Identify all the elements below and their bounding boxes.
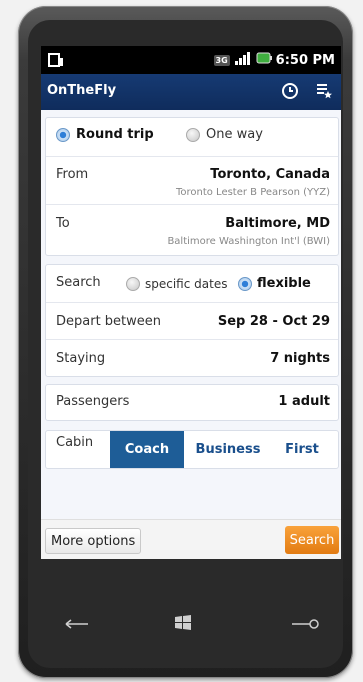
- passengers-card[interactable]: Passengers 1 adult: [45, 384, 339, 421]
- signal-icon: [234, 51, 252, 69]
- status-time: 6:50 PM: [275, 52, 335, 68]
- action-bar: More options Search: [41, 519, 341, 559]
- trip-card: Round trip One way From Toronto, Canada …: [45, 117, 339, 256]
- windows-key-icon[interactable]: [174, 614, 192, 636]
- search-button[interactable]: Search: [285, 526, 339, 554]
- one-way-label: One way: [206, 127, 263, 142]
- flexible-radio[interactable]: [238, 276, 252, 291]
- cabin-coach-button[interactable]: Coach: [110, 431, 184, 468]
- staying-value: 7 nights: [270, 351, 330, 366]
- app-bar: OnTheFly: [41, 74, 341, 110]
- status-bar: 3G 6:50 PM: [41, 46, 341, 74]
- cabin-label: Cabin: [56, 435, 94, 450]
- depart-label: Depart between: [56, 314, 162, 329]
- cabin-business-button[interactable]: Business: [188, 431, 268, 468]
- saved-searches-icon[interactable]: [315, 82, 333, 100]
- dates-card: Search specific dates flexible Depart be…: [45, 264, 339, 377]
- search-mode-row: Search specific dates flexible: [46, 265, 338, 302]
- more-options-button[interactable]: More options: [45, 528, 142, 554]
- from-city: Toronto, Canada: [210, 167, 330, 182]
- passengers-label: Passengers: [56, 394, 130, 409]
- staying-label: Staying: [56, 351, 106, 366]
- back-key-icon[interactable]: [64, 616, 90, 635]
- round-trip-option[interactable]: Round trip: [56, 127, 154, 142]
- round-trip-radio[interactable]: [56, 127, 70, 142]
- from-airport: Toronto Lester B Pearson (YYZ): [175, 187, 330, 198]
- flexible-option[interactable]: flexible: [238, 276, 311, 291]
- battery-icon: [256, 52, 272, 68]
- staying-row[interactable]: Staying 7 nights: [46, 339, 338, 377]
- to-city: Baltimore, MD: [225, 216, 330, 231]
- to-label: To: [56, 216, 70, 231]
- depart-value: Sep 28 - Oct 29: [217, 314, 330, 329]
- to-airport: Baltimore Washington Int'l (BWI): [167, 236, 330, 247]
- one-way-option[interactable]: One way: [186, 127, 263, 142]
- specific-dates-radio[interactable]: [126, 277, 140, 291]
- search-key-icon[interactable]: [290, 616, 320, 635]
- depart-row[interactable]: Depart between Sep 28 - Oct 29: [46, 302, 338, 340]
- passengers-value: 1 adult: [278, 394, 330, 409]
- network-type-icon: 3G: [213, 54, 230, 66]
- from-label: From: [56, 167, 89, 182]
- cabin-card: Cabin Coach Business First: [45, 430, 339, 469]
- clock-icon[interactable]: [281, 82, 299, 100]
- phone-screen: 3G 6:50 PM OnTheFly Round trip One way F…: [41, 46, 341, 559]
- one-way-radio[interactable]: [186, 127, 200, 142]
- app-title: OnTheFly: [47, 83, 117, 98]
- flexible-label: flexible: [257, 276, 311, 291]
- specific-dates-label: specific dates: [145, 277, 228, 291]
- cabin-first-button[interactable]: First: [274, 431, 330, 468]
- to-row[interactable]: To Baltimore, MD Baltimore Washington In…: [46, 204, 338, 255]
- specific-dates-option[interactable]: specific dates: [126, 277, 227, 291]
- round-trip-label: Round trip: [76, 127, 154, 142]
- device-icon: [48, 52, 64, 67]
- search-label: Search: [56, 275, 101, 290]
- from-row[interactable]: From Toronto, Canada Toronto Lester B Pe…: [46, 156, 338, 205]
